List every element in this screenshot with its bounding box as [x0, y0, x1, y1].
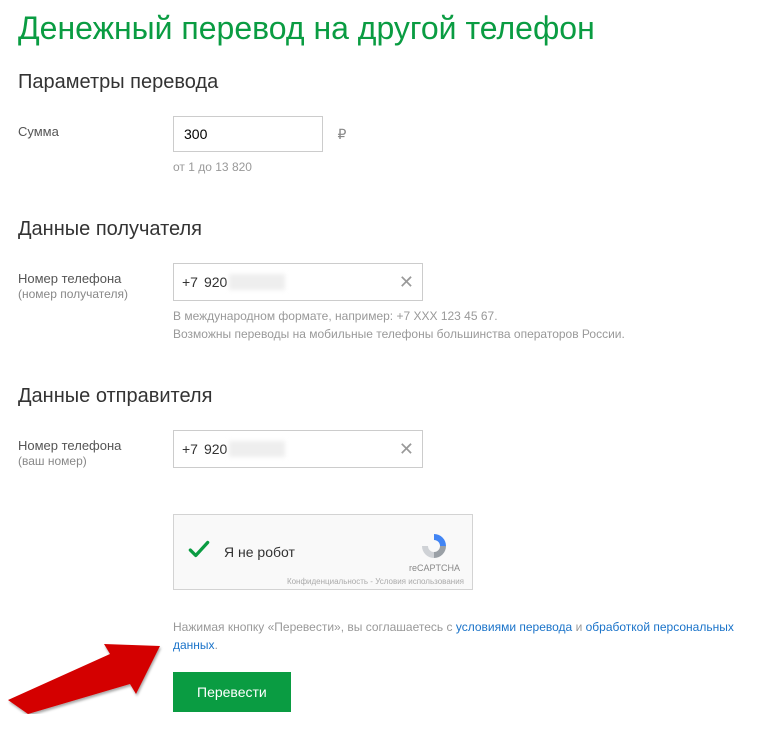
- clear-icon[interactable]: ✕: [399, 440, 414, 458]
- sender-phone-value: 920: [204, 441, 227, 457]
- recaptcha-logo: reCAPTCHA: [409, 531, 460, 573]
- amount-row: Сумма ₽ от 1 до 13 820: [18, 116, 745, 176]
- recaptcha-label: Я не робот: [224, 544, 295, 560]
- recaptcha-widget[interactable]: Я не робот reCAPTCHA Конфиденциальность …: [173, 514, 473, 590]
- redacted-blur: [229, 441, 285, 457]
- agreement-text: Нажимая кнопку «Перевести», вы соглашает…: [173, 618, 745, 654]
- amount-label: Сумма: [18, 124, 59, 139]
- recipient-phone-row: Номер телефона (номер получателя) +7 920…: [18, 263, 745, 343]
- checkmark-icon: [186, 536, 212, 569]
- section-params-title: Параметры перевода: [18, 71, 745, 94]
- sender-phone-label: Номер телефона: [18, 438, 121, 453]
- recipient-phone-sublabel: (номер получателя): [18, 287, 128, 301]
- amount-hint: от 1 до 13 820: [173, 158, 745, 176]
- phone-prefix: +7: [182, 441, 198, 457]
- phone-prefix: +7: [182, 274, 198, 290]
- sender-phone-input[interactable]: +7 920 ✕: [173, 430, 423, 468]
- recaptcha-terms: Конфиденциальность - Условия использован…: [287, 577, 464, 586]
- section-recipient-title: Данные получателя: [18, 218, 745, 241]
- ruble-icon: ₽: [337, 126, 346, 143]
- recipient-phone-input[interactable]: +7 920 ✕: [173, 263, 423, 301]
- sender-phone-sublabel: (ваш номер): [18, 454, 87, 468]
- redacted-blur: [229, 274, 285, 290]
- section-sender-title: Данные отправителя: [18, 385, 745, 408]
- sender-phone-row: Номер телефона (ваш номер) +7 920 ✕ Я не…: [18, 430, 745, 712]
- recipient-phone-value: 920: [204, 274, 227, 290]
- terms-link[interactable]: условиями перевода: [456, 620, 572, 634]
- recipient-phone-label: Номер телефона: [18, 271, 121, 286]
- page-title: Денежный перевод на другой телефон: [18, 10, 745, 47]
- submit-button[interactable]: Перевести: [173, 672, 291, 712]
- clear-icon[interactable]: ✕: [399, 273, 414, 291]
- amount-input[interactable]: [173, 116, 323, 152]
- recipient-phone-hint: В международном формате, например: +7 XX…: [173, 307, 745, 343]
